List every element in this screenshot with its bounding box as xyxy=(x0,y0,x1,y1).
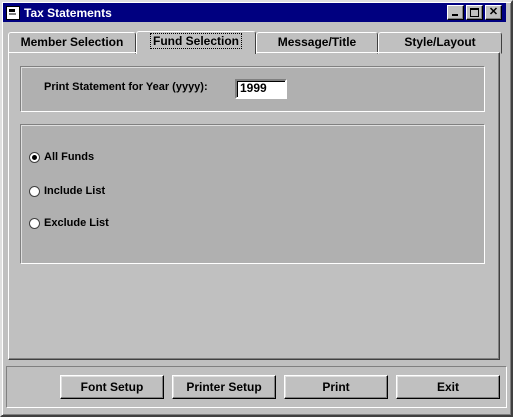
app-icon[interactable] xyxy=(6,5,20,20)
tab-label: Style/Layout xyxy=(404,35,476,49)
tab-label: Message/Title xyxy=(277,35,357,49)
minimize-button[interactable] xyxy=(447,5,464,20)
include-list-label[interactable]: Include List xyxy=(44,185,105,197)
exclude-list-label[interactable]: Exclude List xyxy=(44,217,109,229)
font-setup-button[interactable]: Font Setup xyxy=(60,375,164,399)
include-list-radio[interactable] xyxy=(29,186,40,197)
tab-style-layout[interactable]: Style/Layout xyxy=(378,32,502,54)
tab-member-selection[interactable]: Member Selection xyxy=(8,32,136,54)
close-button[interactable]: ✕ xyxy=(485,5,502,20)
year-input[interactable]: 1999 xyxy=(235,79,287,99)
tab-message-title[interactable]: Message/Title xyxy=(256,32,378,54)
printer-setup-button[interactable]: Printer Setup xyxy=(172,375,276,399)
window-title: Tax Statements xyxy=(24,5,112,20)
all-funds-label[interactable]: All Funds xyxy=(44,151,94,163)
tab-fund-selection[interactable]: Fund Selection xyxy=(136,31,256,54)
all-funds-radio[interactable] xyxy=(29,152,40,163)
tab-label: Member Selection xyxy=(20,35,124,49)
print-button[interactable]: Print xyxy=(284,375,388,399)
exclude-list-radio[interactable] xyxy=(29,218,40,229)
title-bar[interactable]: Tax Statements ✕ xyxy=(3,3,506,22)
tab-label: Fund Selection xyxy=(149,33,243,49)
year-label: Print Statement for Year (yyyy): xyxy=(44,81,208,93)
maximize-button[interactable] xyxy=(466,5,483,20)
exit-button[interactable]: Exit xyxy=(396,375,500,399)
